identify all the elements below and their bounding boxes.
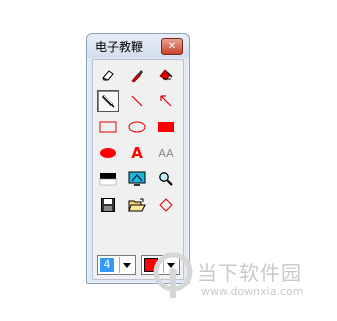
eraser-tool[interactable] (97, 64, 119, 86)
screen-tool[interactable] (126, 168, 148, 190)
open-tool[interactable] (126, 194, 148, 216)
ellipse-icon (128, 121, 146, 133)
filled-ellipse-icon (100, 148, 116, 158)
watermark-logo (153, 252, 193, 298)
font-tool[interactable]: AA (155, 142, 177, 164)
open-folder-icon (128, 198, 146, 212)
font-icon: AA (158, 146, 174, 160)
diamond-icon (159, 198, 173, 212)
ellipse-tool[interactable] (126, 116, 148, 138)
close-icon: ✕ (167, 41, 177, 52)
pointer-window: 电子教鞭 ✕ A AA 4 (86, 33, 190, 284)
save-icon (101, 198, 115, 212)
window-title: 电子教鞭 (95, 40, 144, 54)
line-tool[interactable] (126, 90, 148, 112)
zoom-tool[interactable] (155, 168, 177, 190)
watermark: 当下软件园 www.downxia.com (153, 252, 333, 302)
close-button[interactable]: ✕ (161, 38, 183, 55)
chevron-down-icon (123, 262, 131, 268)
save-tool[interactable] (97, 194, 119, 216)
rectangle-tool[interactable] (97, 116, 119, 138)
line-width-value: 4 (100, 258, 114, 272)
filled-rectangle-tool[interactable] (155, 116, 177, 138)
zoom-icon (159, 172, 173, 186)
arrow-icon (160, 95, 172, 107)
diamond-tool[interactable] (155, 194, 177, 216)
text-icon: A (131, 144, 143, 162)
line-width-dropdown-button[interactable] (119, 257, 134, 273)
eraser-icon (102, 70, 114, 81)
watermark-url: www.downxia.com (201, 285, 304, 298)
line-icon (131, 95, 143, 107)
title-bar[interactable]: 电子教鞭 ✕ (87, 34, 189, 58)
arrow-tool[interactable] (155, 90, 177, 112)
tool-panel: A AA 4 (92, 59, 184, 280)
pen-icon (101, 94, 115, 108)
pen-tool[interactable] (97, 90, 119, 112)
background-tool[interactable] (97, 168, 119, 190)
screen-icon (128, 171, 146, 186)
rectangle-icon (99, 121, 117, 133)
marker-tool[interactable] (126, 64, 148, 86)
background-icon (99, 173, 117, 186)
marker-icon (131, 70, 143, 83)
watermark-text: 当下软件园 (197, 261, 302, 285)
text-tool[interactable]: A (126, 142, 148, 164)
clear-tool[interactable] (155, 64, 177, 86)
clear-icon (159, 69, 173, 81)
filled-rectangle-icon (158, 122, 174, 132)
filled-ellipse-tool[interactable] (97, 142, 119, 164)
line-width-select[interactable]: 4 (97, 255, 136, 275)
